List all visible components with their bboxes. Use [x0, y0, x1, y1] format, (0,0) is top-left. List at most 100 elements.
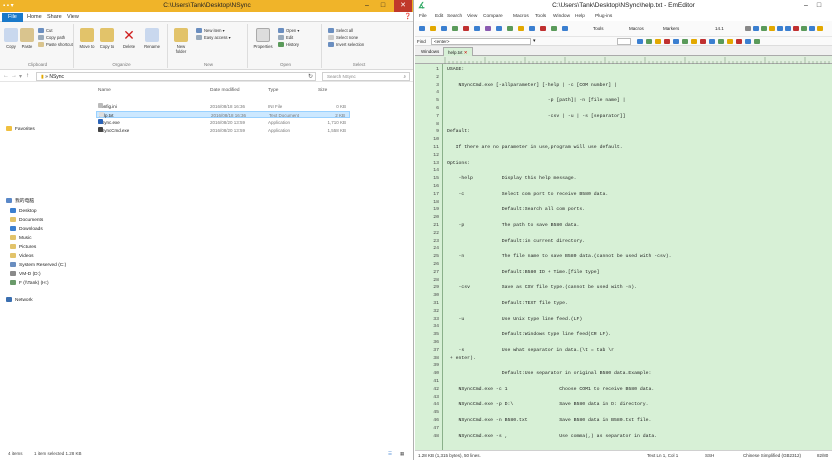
properties-button[interactable]: Properties [252, 28, 274, 49]
nav-item-1[interactable]: 我的电脑 [6, 197, 34, 204]
tab-close-icon[interactable]: ✕ [464, 50, 468, 55]
history-button[interactable]: History [278, 42, 299, 48]
find-option-icon[interactable] [700, 39, 706, 44]
open-button[interactable]: Open ▾ [278, 28, 300, 34]
menu-compare[interactable]: Compare [483, 12, 503, 21]
nav-item-10[interactable]: F (\\Tank) (H:) [10, 280, 49, 286]
explorer-title-bar[interactable]: ▪ ▪ ▾ C:\Users\Tank\Desktop\NSync – □ ✕ [0, 0, 413, 12]
tab-view[interactable]: View [62, 13, 84, 22]
editor-minimize-icon[interactable]: – [799, 0, 813, 12]
toolbar-button-icon[interactable] [745, 26, 751, 31]
toolbar-button-icon[interactable] [562, 26, 568, 31]
maximize-icon[interactable]: □ [376, 0, 390, 12]
select-none-button[interactable]: Select none [328, 35, 358, 41]
toolbar-button-icon[interactable] [518, 26, 524, 31]
find-input[interactable]: <enter> [431, 38, 531, 45]
close-icon[interactable]: ✕ [394, 0, 412, 12]
file-row[interactable]: Config.ini 2016/08/18 16:36 INI File 0 KB [96, 103, 350, 110]
file-row[interactable]: NSyncCmd.exe 2016/08/20 13:59 Application 1… [96, 127, 350, 134]
tools-button[interactable]: Tools [593, 26, 604, 31]
col-date-header[interactable]: Date modified [210, 88, 240, 93]
toolbar-button-icon[interactable] [817, 26, 823, 31]
address-input[interactable]: ▮ » NSync [36, 72, 316, 81]
menu-window[interactable]: Window [553, 12, 570, 21]
menu-edit[interactable]: Edit [435, 12, 443, 21]
menu-search[interactable]: Search [447, 12, 462, 21]
find-option-icon[interactable] [709, 39, 715, 44]
tab-file[interactable]: File [2, 13, 23, 22]
find-option-icon[interactable] [673, 39, 679, 44]
toolbar-button-icon[interactable] [496, 26, 502, 31]
find-option-icon[interactable] [691, 39, 697, 44]
select-all-button[interactable]: Select all [328, 28, 353, 34]
editor-text-area[interactable]: 1 2 3 4 5 6 7 8 9 10 11 12 13 14 15 16 17 18 19 20 21 22 23 24 2… [415, 64, 832, 450]
find-option-icon[interactable] [754, 39, 760, 44]
nav-item-5[interactable]: Music [10, 235, 32, 241]
move-to-button[interactable]: Move to [78, 28, 96, 49]
toolbar-button-icon[interactable] [452, 26, 458, 31]
recent-dropdown-icon[interactable]: ▾ [19, 73, 22, 80]
copy-path-button[interactable]: Copy path [38, 35, 65, 41]
find-option-icon[interactable] [718, 39, 724, 44]
nav-item-7[interactable]: Videos [10, 253, 34, 259]
help-icon[interactable]: ❓ [404, 13, 411, 20]
up-icon[interactable]: ↑ [26, 73, 29, 79]
tiles-view-icon[interactable]: ▦ [400, 448, 404, 460]
toolbar-button-icon[interactable] [430, 26, 436, 31]
easy-access-button[interactable]: Easy access ▾ [196, 35, 231, 41]
tab-help-txt[interactable]: help.txt ✕ [443, 47, 473, 56]
menu-view[interactable]: View [467, 12, 477, 21]
back-icon[interactable]: ← [3, 73, 9, 79]
macros-button[interactable]: Macros [629, 26, 644, 31]
copy-to-button[interactable]: Copy to [98, 28, 116, 49]
toolbar-button-icon[interactable] [769, 26, 775, 31]
edit-button[interactable]: Edit [278, 35, 293, 41]
refresh-icon[interactable]: ↻ [308, 73, 313, 80]
col-size-header[interactable]: Size [318, 88, 327, 93]
toolbar-button-icon[interactable] [485, 26, 491, 31]
toolbar-button-icon[interactable] [551, 26, 557, 31]
find-option-icon[interactable] [727, 39, 733, 44]
toolbar-button-icon[interactable] [809, 26, 815, 31]
find-option-icon[interactable] [646, 39, 652, 44]
details-view-icon[interactable]: ☰ [388, 448, 392, 460]
col-type-header[interactable]: Type [268, 88, 278, 93]
find-dropdown-icon[interactable]: ▾ [533, 37, 536, 46]
find-option-icon[interactable] [745, 39, 751, 44]
toolbar-button-icon[interactable] [463, 26, 469, 31]
paste-button[interactable]: Paste [20, 28, 34, 49]
new-item-button[interactable]: New item ▾ [196, 28, 225, 34]
toolbar-button-icon[interactable] [507, 26, 513, 31]
zoom-select[interactable]: 14.1 [715, 26, 724, 31]
toolbar-button-icon[interactable] [474, 26, 480, 31]
toolbar-button-icon[interactable] [753, 26, 759, 31]
forward-icon[interactable]: → [11, 73, 17, 79]
toolbar-button-icon[interactable] [540, 26, 546, 31]
find-option-icon[interactable] [637, 39, 643, 44]
nav-item-6[interactable]: Pictures [10, 244, 36, 250]
nav-item-11[interactable]: Network [6, 297, 33, 303]
toolbar-button-icon[interactable] [529, 26, 535, 31]
editor-title-bar[interactable]: ∡ C:\Users\Tank\Desktop\NSync\help.txt -… [415, 0, 832, 12]
toolbar-button-icon[interactable] [761, 26, 767, 31]
nav-item-9[interactable]: VM-D (D:) [10, 271, 41, 277]
menu-macros[interactable]: Macros [513, 12, 529, 21]
minimize-icon[interactable]: – [360, 0, 374, 12]
search-input[interactable]: Search NSync ⌕ [322, 72, 410, 81]
rename-button[interactable]: Rename [142, 28, 162, 49]
menu-plugins[interactable]: Plug-ins [595, 12, 612, 21]
delete-button[interactable]: ✕ Delete [120, 28, 138, 49]
toolbar-button-icon[interactable] [777, 26, 783, 31]
nav-item-2[interactable]: Desktop [10, 208, 37, 214]
file-row[interactable]: help.txt 2016/08/18 16:36 Text Document 2 K… [96, 111, 350, 118]
new-folder-button[interactable]: New folder [172, 28, 190, 54]
find-option-icon[interactable] [736, 39, 742, 44]
toolbar-button-icon[interactable] [801, 26, 807, 31]
toolbar-button-icon[interactable] [785, 26, 791, 31]
menu-tools[interactable]: Tools [535, 12, 546, 21]
nav-item-3[interactable]: Documents [10, 217, 43, 223]
nav-item-0[interactable]: Favorites [6, 126, 35, 132]
markers-button[interactable]: Markers [663, 26, 679, 31]
invert-selection-button[interactable]: Invert selection [328, 42, 364, 48]
nav-item-4[interactable]: Downloads [10, 226, 43, 232]
